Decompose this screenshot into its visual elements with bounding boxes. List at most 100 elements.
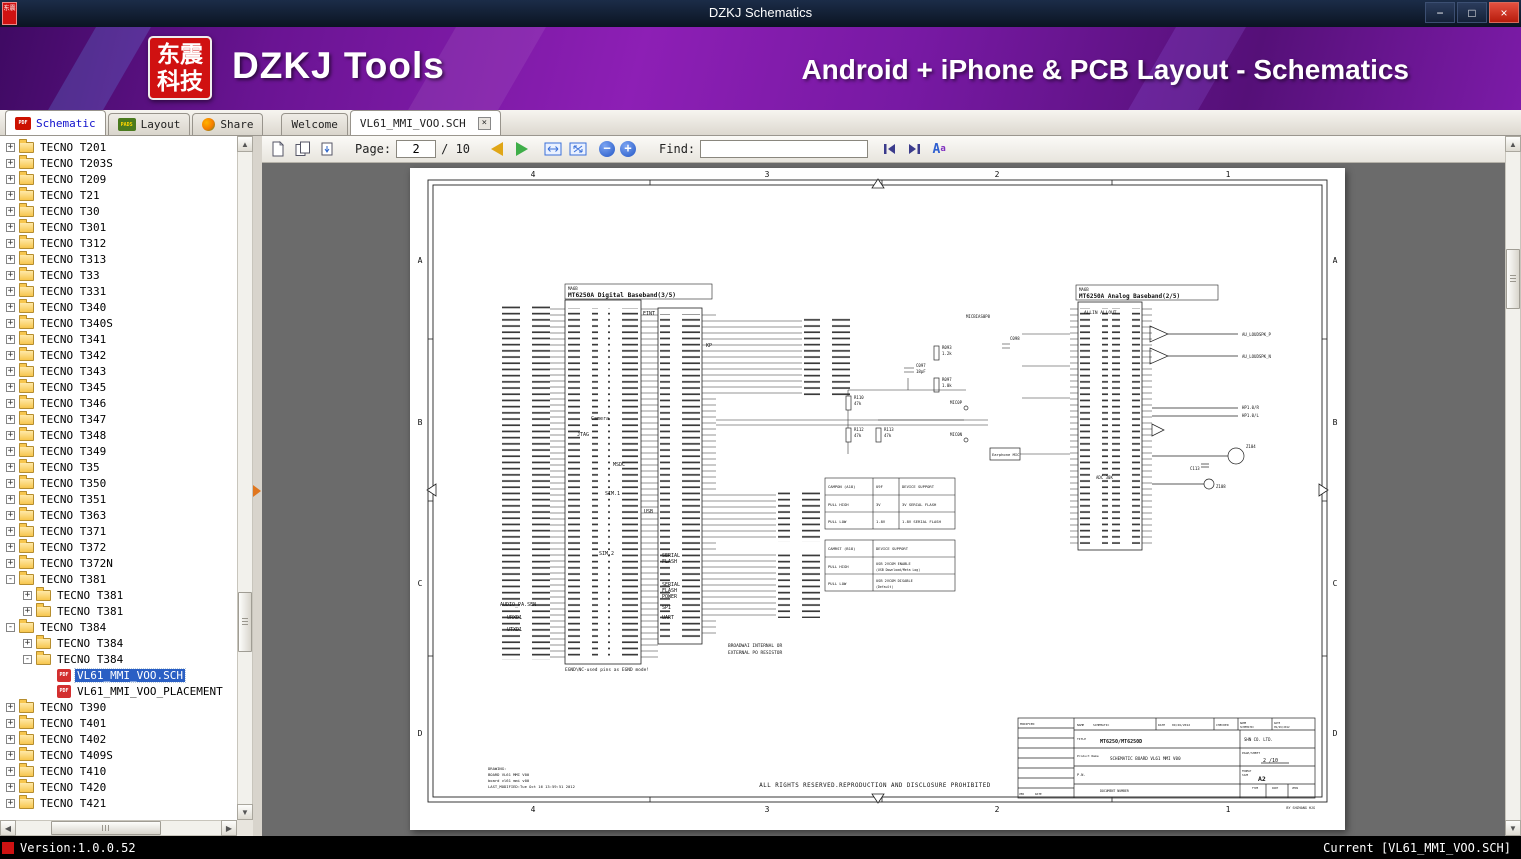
tree-horizontal-scrollbar[interactable]: ◀ ▶ xyxy=(0,820,237,836)
tree-folder-TECNO T313[interactable]: + TECNO T313 xyxy=(0,250,237,267)
expand-icon[interactable]: + xyxy=(6,718,15,728)
expand-icon[interactable]: + xyxy=(6,286,15,296)
expand-icon[interactable]: + xyxy=(6,222,15,232)
expand-icon[interactable]: + xyxy=(6,398,15,408)
tab-share[interactable]: Share xyxy=(192,113,264,135)
expand-icon[interactable]: + xyxy=(6,318,15,328)
scroll-left-icon[interactable]: ◀ xyxy=(0,820,16,836)
collapse-icon[interactable]: - xyxy=(6,574,15,584)
next-page-button[interactable] xyxy=(512,139,532,159)
tree-folder-TECNO T342[interactable]: + TECNO T342 xyxy=(0,346,237,363)
zoom-in-button[interactable]: + xyxy=(620,141,637,157)
tree-folder-TECNO T30[interactable]: + TECNO T30 xyxy=(0,202,237,219)
tree-folder-TECNO T390[interactable]: + TECNO T390 xyxy=(0,698,237,715)
expand-icon[interactable]: + xyxy=(6,350,15,360)
tree-folder-TECNO T340[interactable]: + TECNO T340 xyxy=(0,298,237,315)
tree-folder-TECNO T346[interactable]: + TECNO T346 xyxy=(0,394,237,411)
tree-folder-TECNO T347[interactable]: + TECNO T347 xyxy=(0,410,237,427)
tree-folder-TECNO T384[interactable]: - TECNO T384 xyxy=(0,618,237,635)
find-next-button[interactable] xyxy=(904,139,924,159)
scroll-up-icon[interactable]: ▲ xyxy=(1505,136,1521,152)
expand-icon[interactable]: + xyxy=(6,174,15,184)
collapse-icon[interactable]: - xyxy=(23,654,32,664)
find-prev-button[interactable] xyxy=(879,139,899,159)
tree-folder-TECNO T381[interactable]: + TECNO T381 xyxy=(0,602,237,619)
tree-folder-TECNO T349[interactable]: + TECNO T349 xyxy=(0,442,237,459)
prev-page-button[interactable] xyxy=(487,139,507,159)
find-input[interactable] xyxy=(700,140,869,158)
page-number-input[interactable] xyxy=(396,140,437,158)
expand-icon[interactable]: + xyxy=(6,270,15,280)
single-page-icon[interactable] xyxy=(268,139,288,159)
expand-icon[interactable]: + xyxy=(23,638,32,648)
expand-icon[interactable]: + xyxy=(6,190,15,200)
maximize-button[interactable]: □ xyxy=(1457,2,1487,23)
expand-icon[interactable]: + xyxy=(6,446,15,456)
tree-folder-TECNO T420[interactable]: + TECNO T420 xyxy=(0,778,237,795)
tree-folder-TECNO T340S[interactable]: + TECNO T340S xyxy=(0,314,237,331)
scroll-down-icon[interactable]: ▼ xyxy=(237,804,253,820)
minimize-button[interactable]: − xyxy=(1425,2,1455,23)
expand-icon[interactable]: + xyxy=(6,238,15,248)
expand-icon[interactable]: + xyxy=(6,254,15,264)
tree-folder-TECNO T372N[interactable]: + TECNO T372N xyxy=(0,554,237,571)
tree-folder-TECNO T409S[interactable]: + TECNO T409S xyxy=(0,746,237,763)
expand-icon[interactable]: + xyxy=(6,782,15,792)
tree-scroll-thumb[interactable] xyxy=(238,592,252,652)
tab-schematic[interactable]: PDF Schematic xyxy=(5,110,106,135)
expand-icon[interactable]: + xyxy=(6,430,15,440)
tree-folder-TECNO T381[interactable]: - TECNO T381 xyxy=(0,570,237,587)
tree-folder-TECNO T312[interactable]: + TECNO T312 xyxy=(0,234,237,251)
tree-folder-TECNO T209[interactable]: + TECNO T209 xyxy=(0,170,237,187)
scroll-right-icon[interactable]: ▶ xyxy=(221,820,237,836)
tree-folder-TECNO T384[interactable]: - TECNO T384 xyxy=(0,650,237,667)
expand-icon[interactable]: + xyxy=(6,558,15,568)
expand-icon[interactable]: + xyxy=(6,382,15,392)
multi-page-icon[interactable] xyxy=(318,139,338,159)
tree-folder-TECNO T363[interactable]: + TECNO T363 xyxy=(0,506,237,523)
expand-icon[interactable]: + xyxy=(6,542,15,552)
tree-folder-TECNO T350[interactable]: + TECNO T350 xyxy=(0,474,237,491)
tree-folder-TECNO T341[interactable]: + TECNO T341 xyxy=(0,330,237,347)
expand-icon[interactable]: + xyxy=(23,590,32,600)
expand-icon[interactable]: + xyxy=(6,462,15,472)
expand-icon[interactable]: + xyxy=(6,158,15,168)
collapse-icon[interactable]: - xyxy=(6,622,15,632)
fit-page-button[interactable] xyxy=(568,139,588,159)
tree-file-VL61_MMI_VOO.SCH[interactable]: PDF VL61_MMI_VOO.SCH xyxy=(0,667,237,683)
tree-folder-TECNO T203S[interactable]: + TECNO T203S xyxy=(0,154,237,171)
tree-folder-TECNO T33[interactable]: + TECNO T33 xyxy=(0,266,237,283)
expand-icon[interactable]: + xyxy=(6,414,15,424)
document-canvas[interactable]: 4 3 2 1 4 3 2 1 A B C D A B C D MA6B MT6… xyxy=(262,163,1505,836)
facing-pages-icon[interactable] xyxy=(293,139,313,159)
expand-icon[interactable]: + xyxy=(6,766,15,776)
tab-layout[interactable]: PADS Layout xyxy=(107,113,191,135)
expand-icon[interactable]: + xyxy=(6,526,15,536)
tree-folder-TECNO T345[interactable]: + TECNO T345 xyxy=(0,378,237,395)
expand-icon[interactable]: + xyxy=(6,750,15,760)
tab-welcome[interactable]: Welcome xyxy=(281,113,348,135)
main-scroll-thumb[interactable] xyxy=(1506,249,1520,309)
tree-folder-TECNO T201[interactable]: + TECNO T201 xyxy=(0,138,237,155)
tree-folder-TECNO T421[interactable]: + TECNO T421 xyxy=(0,794,237,811)
tree-folder-TECNO T351[interactable]: + TECNO T351 xyxy=(0,490,237,507)
splitter-arrow-icon[interactable] xyxy=(253,485,261,497)
tree-folder-TECNO T401[interactable]: + TECNO T401 xyxy=(0,714,237,731)
tree-file-VL61_MMI_VOO_PLACEMENT[interactable]: PDF VL61_MMI_VOO_PLACEMENT xyxy=(0,683,237,699)
tree-folder-TECNO T402[interactable]: + TECNO T402 xyxy=(0,730,237,747)
tree-folder-TECNO T384[interactable]: + TECNO T384 xyxy=(0,634,237,651)
tree-folder-TECNO T301[interactable]: + TECNO T301 xyxy=(0,218,237,235)
tree-folder-TECNO T343[interactable]: + TECNO T343 xyxy=(0,362,237,379)
tree-folder-TECNO T371[interactable]: + TECNO T371 xyxy=(0,522,237,539)
expand-icon[interactable]: + xyxy=(6,510,15,520)
tree-folder-TECNO T372[interactable]: + TECNO T372 xyxy=(0,538,237,555)
expand-icon[interactable]: + xyxy=(23,606,32,616)
tree-folder-TECNO T331[interactable]: + TECNO T331 xyxy=(0,282,237,299)
tab-close-icon[interactable]: × xyxy=(477,116,491,130)
expand-icon[interactable]: + xyxy=(6,302,15,312)
expand-icon[interactable]: + xyxy=(6,206,15,216)
expand-icon[interactable]: + xyxy=(6,142,15,152)
expand-icon[interactable]: + xyxy=(6,798,15,808)
tree-folder-TECNO T381[interactable]: + TECNO T381 xyxy=(0,586,237,603)
expand-icon[interactable]: + xyxy=(6,702,15,712)
